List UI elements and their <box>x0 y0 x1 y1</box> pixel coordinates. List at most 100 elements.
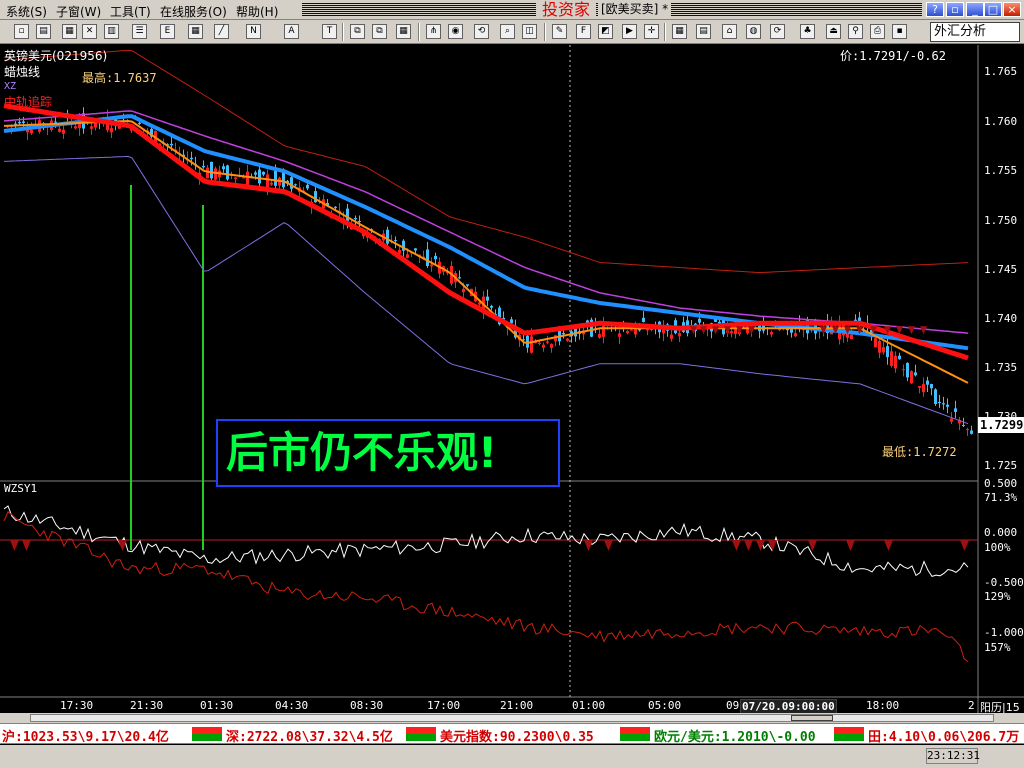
chart-canvas <box>0 45 1024 715</box>
home-icon[interactable]: ⌂ <box>722 24 737 39</box>
window-icon[interactable]: ▤ <box>36 24 51 39</box>
ticker-sh[interactable]: 沪:1023.53\9.17\20.4亿 <box>2 726 169 745</box>
candle <box>646 329 649 331</box>
print-icon[interactable]: ⎙ <box>870 24 885 39</box>
y-tick: 1.755 <box>984 164 1018 177</box>
scroll-thumb[interactable] <box>791 715 833 721</box>
eye-icon[interactable]: ◉ <box>448 24 463 39</box>
candle <box>466 284 469 286</box>
minimize-icon[interactable]: _ <box>966 2 984 17</box>
close-icon[interactable]: × <box>1003 2 1021 17</box>
refresh-icon[interactable]: ⟲ <box>474 24 489 39</box>
menu-window[interactable]: 子窗(W) <box>56 3 101 20</box>
y-tick: 1.750 <box>984 214 1018 227</box>
ticker-sz[interactable]: 深:2722.08\37.32\4.5亿 <box>226 726 393 745</box>
bars-icon[interactable]: ▥ <box>104 24 119 39</box>
candle <box>954 408 957 412</box>
copy-icon[interactable]: ⧉ <box>350 24 365 39</box>
candle <box>58 128 61 132</box>
pen-icon[interactable]: ✎ <box>552 24 567 39</box>
split-icon[interactable]: ◫ <box>522 24 537 39</box>
chart-icon[interactable]: ◩ <box>598 24 613 39</box>
y-tick: 1.735 <box>984 361 1018 374</box>
candle <box>270 182 273 185</box>
candle <box>966 429 969 431</box>
app-title: 投资家 <box>536 0 597 19</box>
candle <box>630 329 633 331</box>
low-label: 最低:1.7272 <box>882 445 957 459</box>
exit-icon[interactable]: ⏏ <box>826 24 841 39</box>
y-tick: 1.765 <box>984 65 1018 78</box>
oscillator-white-line <box>3 505 969 577</box>
candle <box>550 344 553 348</box>
pin-icon[interactable]: ⚲ <box>848 24 863 39</box>
text-tool-icon[interactable]: T <box>322 24 337 39</box>
news-icon[interactable]: N <box>246 24 261 39</box>
find-icon[interactable]: ⌕ <box>500 24 515 39</box>
scroll-track[interactable] <box>30 714 994 722</box>
ticker-other[interactable]: 田:4.10\0.06\206.7万 <box>868 726 1019 745</box>
candle <box>890 351 893 366</box>
sync-icon[interactable]: ⟳ <box>770 24 785 39</box>
sell-signal-marker <box>744 540 753 551</box>
calc-icon[interactable]: ▤ <box>696 24 711 39</box>
font-icon[interactable]: A <box>284 24 299 39</box>
maximize-icon[interactable]: □ <box>984 2 1002 17</box>
candle <box>234 177 237 179</box>
candle <box>358 221 361 222</box>
candle <box>394 240 397 242</box>
candle <box>922 384 925 393</box>
menu-system[interactable]: 系统(S) <box>6 3 47 20</box>
ticker-bar-icon <box>620 727 650 741</box>
layout-icon[interactable]: ▦ <box>62 24 77 39</box>
indicator-icon[interactable]: E <box>160 24 175 39</box>
indicator-track-label: 中轨追踪 <box>4 95 53 109</box>
globe-icon[interactable]: ◍ <box>746 24 761 39</box>
menu-tools[interactable]: 工具(T) <box>110 3 151 20</box>
horizontal-scrollbar[interactable] <box>0 713 1024 723</box>
candle <box>670 334 673 339</box>
calendar-icon[interactable]: ▦ <box>672 24 687 39</box>
candle <box>414 248 417 251</box>
network-icon[interactable]: ⋔ <box>426 24 441 39</box>
ticker-bar-icon <box>192 727 222 741</box>
table-icon[interactable]: ▦ <box>396 24 411 39</box>
formula-icon[interactable]: F <box>576 24 591 39</box>
candle <box>566 338 569 341</box>
sell-signal-marker <box>604 540 613 551</box>
ticker-usd-index[interactable]: 美元指数:90.2300\0.35 <box>440 726 594 745</box>
menu-online[interactable]: 在线服务(O) <box>160 3 227 20</box>
ma-orange-line <box>3 119 969 384</box>
tree-icon[interactable]: ♣ <box>800 24 815 39</box>
y-tick: 1.745 <box>984 263 1018 276</box>
candle <box>542 344 545 348</box>
crosshair-icon[interactable]: ✛ <box>644 24 659 39</box>
x-tick: 18:00 <box>866 699 900 712</box>
candle <box>430 264 433 267</box>
candle <box>618 333 621 337</box>
play-icon[interactable]: ▶ <box>622 24 637 39</box>
market-select[interactable]: 外汇分析 <box>930 22 1020 42</box>
menu-bar: 系统(S) 子窗(W) 工具(T) 在线服务(O) 帮助(H) 投资家 [欧美买… <box>0 0 1024 20</box>
menu-help[interactable]: 帮助(H) <box>236 3 278 20</box>
clock: 23:12:31 <box>926 748 980 764</box>
new-icon[interactable]: ▫ <box>14 24 29 39</box>
candle <box>434 255 437 260</box>
candle <box>398 250 401 254</box>
draw-line-icon[interactable]: ╱ <box>214 24 229 39</box>
price-sell-marker <box>712 326 719 335</box>
ticker-eurusd[interactable]: 欧元/美元:1.2010\-0.00 <box>654 726 816 745</box>
save-icon[interactable]: ▪ <box>892 24 907 39</box>
grid-icon[interactable]: ▦ <box>188 24 203 39</box>
candle <box>874 338 877 348</box>
candle <box>426 249 429 266</box>
candle <box>138 122 141 124</box>
paste-icon[interactable]: ⧉ <box>372 24 387 39</box>
document-title: [欧美买卖] * <box>598 1 672 18</box>
help-window-icon[interactable]: ? <box>926 2 944 17</box>
candle <box>886 346 889 358</box>
restore-icon[interactable]: ▫ <box>946 2 964 17</box>
list-icon[interactable]: ☰ <box>132 24 147 39</box>
close-chart-icon[interactable]: ✕ <box>82 24 97 39</box>
candle <box>938 402 941 403</box>
